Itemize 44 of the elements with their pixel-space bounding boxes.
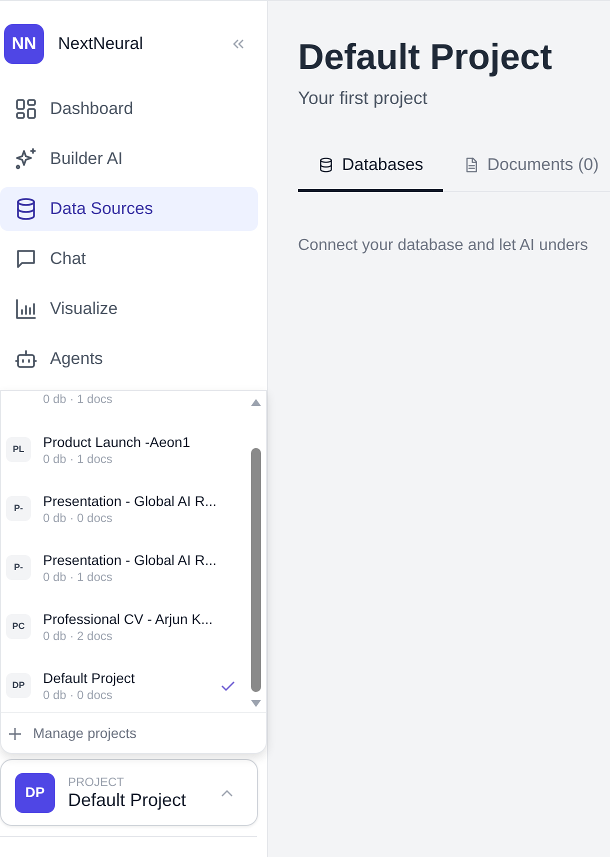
project-stats: 0 db · 1 docs: [43, 391, 112, 407]
project-name: Default Project: [68, 788, 186, 810]
tab[interactable]: Documents (0): [443, 144, 610, 192]
robot-icon: [14, 347, 38, 371]
project-avatar: DP: [15, 772, 55, 812]
page-title: Default Project: [298, 35, 554, 79]
scrollbar[interactable]: [250, 397, 262, 709]
project-name: Presentation - Global AI R...: [43, 550, 217, 568]
project-stats: 0 db · 0 docs: [43, 510, 114, 526]
bar-chart-icon: [14, 297, 38, 321]
project-stats: 0 db · 2 docs: [43, 628, 114, 644]
project-name: Default Project: [43, 668, 135, 686]
project-caption: PROJECT: [68, 774, 126, 788]
description-text: Connect your database and let AI unders: [298, 236, 589, 256]
database-icon: [14, 197, 38, 221]
project-avatar: PC: [6, 614, 31, 639]
database-icon: [318, 156, 334, 173]
nav-item[interactable]: Builder AI: [0, 137, 258, 181]
nav-item[interactable]: Chat: [0, 237, 258, 281]
chevron-up-icon: [221, 788, 233, 796]
project-switcher[interactable]: DP PROJECT Default Project: [0, 759, 258, 826]
project-avatar: P-: [6, 496, 31, 521]
grid-icon: [14, 97, 38, 121]
nav-item[interactable]: Data Sources: [0, 187, 258, 231]
nav-item[interactable]: Agents: [0, 337, 258, 381]
nav-item[interactable]: Dashboard: [0, 87, 258, 131]
project-avatar: P-: [6, 555, 31, 580]
project-stats: 0 db · 1 docs: [43, 450, 114, 466]
chat-bubble-icon: [14, 247, 38, 271]
plus-icon: [9, 728, 21, 740]
project-avatar: PL: [6, 437, 31, 462]
project-avatar: DP: [6, 673, 31, 698]
logo-badge: NN: [4, 24, 44, 64]
project-stats: 0 db · 1 docs: [43, 568, 114, 584]
project-name: Presentation - Global AI R...: [43, 492, 217, 510]
project-stats: 0 db · 0 docs: [43, 686, 114, 702]
page-subtitle: Your first project: [298, 87, 428, 110]
tab[interactable]: Databases: [298, 144, 444, 192]
brand-name: NextNeural: [58, 32, 144, 55]
project-name: Professional CV - Arjun K...: [43, 610, 213, 628]
nav-item[interactable]: Visualize: [0, 287, 258, 331]
sparkle-icon: [14, 147, 38, 171]
project-name: Product Launch -Aeon1: [43, 432, 190, 450]
manage-projects-button[interactable]: Manage projects: [1, 713, 266, 753]
